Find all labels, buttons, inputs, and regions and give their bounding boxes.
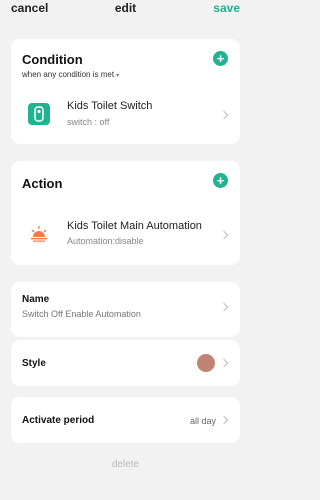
activate-period-value: all day [189, 416, 216, 426]
add-condition-button[interactable]: + [213, 51, 228, 66]
action-card: Action + Kids Toilet Main Automation Aut… [11, 161, 240, 265]
plus-icon: + [216, 173, 225, 188]
activate-period-row[interactable]: Activate period all day [11, 397, 240, 443]
chevron-right-icon [219, 110, 229, 120]
chevron-down-icon: ▾ [116, 73, 120, 79]
action-item-subtitle: Automation:disable [67, 236, 144, 246]
action-item-title: Kids Toilet Main Automation [67, 220, 202, 232]
chevron-right-icon [219, 358, 229, 368]
chevron-right-icon [219, 415, 229, 425]
condition-mode-label: when any condition is met [22, 70, 115, 79]
condition-card: Condition + when any condition is met ▾ K… [11, 39, 240, 144]
chevron-right-icon [219, 302, 229, 312]
name-value: Switch Off Enable Automation [22, 309, 141, 319]
cancel-button[interactable]: cancel [11, 1, 48, 15]
condition-item-title: Kids Toilet Switch [67, 100, 153, 112]
style-label: Style [22, 358, 46, 369]
condition-item[interactable]: Kids Toilet Switch switch : off [11, 91, 240, 137]
switch-icon [28, 103, 50, 125]
condition-mode-selector[interactable]: when any condition is met ▾ [22, 70, 119, 79]
add-action-button[interactable]: + [213, 173, 228, 188]
style-color-swatch [197, 354, 215, 372]
name-label: Name [22, 294, 50, 305]
action-title: Action [22, 176, 63, 191]
plus-icon: + [216, 51, 225, 66]
delete-button[interactable]: delete [0, 459, 251, 470]
chevron-right-icon [219, 230, 229, 240]
top-bar: edit cancel save [0, 0, 251, 18]
style-row[interactable]: Style [11, 340, 240, 386]
activate-period-label: Activate period [22, 415, 95, 426]
sunrise-icon [31, 226, 47, 242]
condition-title: Condition [22, 52, 83, 67]
condition-item-subtitle: switch : off [67, 117, 110, 127]
save-button[interactable]: save [213, 1, 240, 15]
name-row[interactable]: Name Switch Off Enable Automation [11, 282, 240, 337]
action-item[interactable]: Kids Toilet Main Automation Automation:d… [11, 211, 240, 257]
